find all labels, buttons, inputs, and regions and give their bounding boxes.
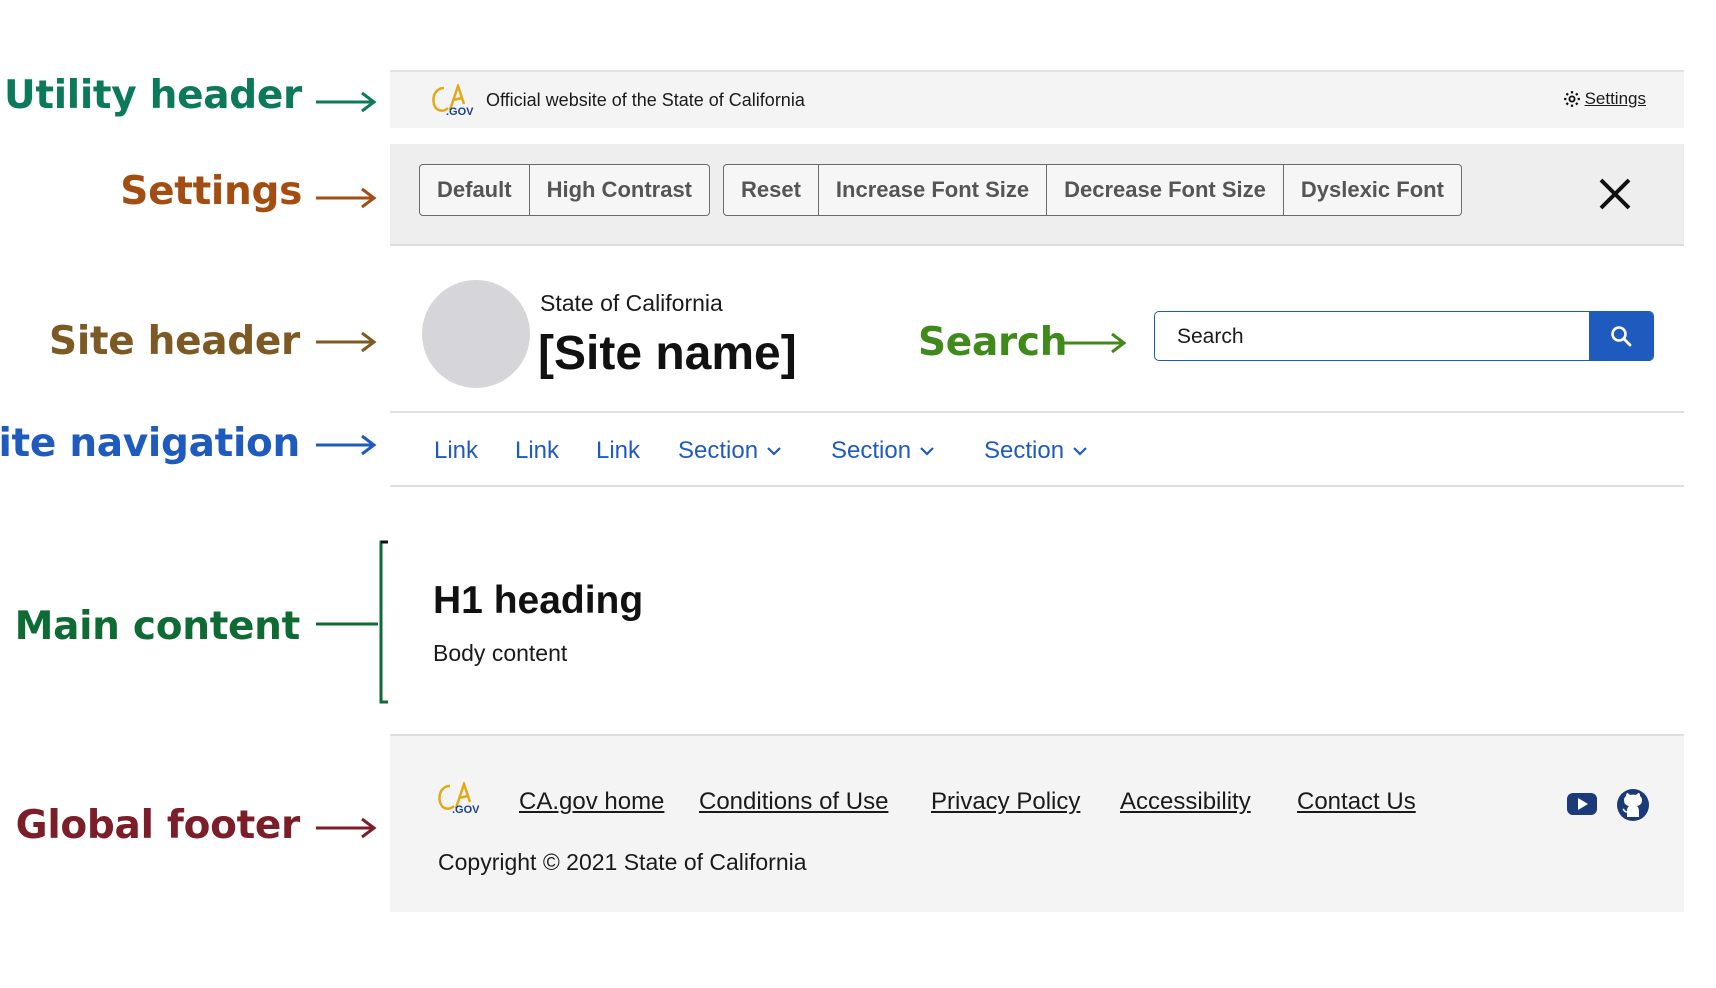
footer-link-ca-gov-home[interactable]: CA.gov home — [519, 788, 664, 816]
nav-link[interactable]: Link — [515, 437, 559, 465]
nav-section-dropdown[interactable]: Section — [831, 437, 935, 465]
nav-section-label: Section — [678, 437, 759, 464]
page-heading: H1 heading — [433, 579, 644, 622]
close-icon[interactable] — [1598, 177, 1632, 211]
github-icon[interactable] — [1616, 788, 1650, 822]
arrow-icon — [1064, 332, 1127, 354]
nav-link[interactable]: Link — [434, 437, 478, 465]
nav-link-label: Link — [596, 437, 641, 464]
display-mode-group: Default High Contrast — [419, 164, 711, 216]
chevron-down-icon — [1073, 447, 1087, 456]
site-navigation: Link Link Link Section Section Section — [390, 415, 1684, 487]
arrow-icon — [316, 331, 377, 353]
footer-link-privacy-policy[interactable]: Privacy Policy — [931, 788, 1080, 816]
search-input[interactable]: Search — [1177, 325, 1244, 349]
annotation-search: Search — [918, 320, 1068, 365]
footer-link-contact-us[interactable]: Contact Us — [1297, 788, 1416, 816]
ca-gov-logo[interactable]: .GOV — [436, 782, 484, 814]
arrow-icon — [316, 817, 377, 839]
svg-text:.GOV: .GOV — [452, 804, 480, 814]
copyright-text: Copyright © 2021 State of California — [438, 849, 807, 875]
arrow-icon — [316, 91, 377, 113]
search-icon — [1611, 326, 1632, 347]
nav-section-label: Section — [984, 437, 1065, 464]
settings-link[interactable]: Settings — [1563, 89, 1646, 109]
arrow-icon — [316, 434, 377, 456]
high-contrast-button[interactable]: High Contrast — [528, 165, 709, 215]
footer-link-accessibility[interactable]: Accessibility — [1120, 788, 1251, 816]
reset-button[interactable]: Reset — [724, 165, 818, 215]
search-button[interactable] — [1589, 312, 1653, 360]
decrease-font-size-button[interactable]: Decrease Font Size — [1046, 165, 1283, 215]
settings-label: Settings — [1584, 89, 1646, 108]
increase-font-size-button[interactable]: Increase Font Size — [817, 165, 1046, 215]
site-name[interactable]: [Site name] — [538, 326, 797, 381]
site-logo-placeholder[interactable] — [422, 280, 530, 388]
nav-link[interactable]: Link — [596, 437, 640, 465]
nav-section-dropdown[interactable]: Section — [984, 437, 1088, 465]
bracket-icon — [316, 540, 388, 704]
utility-header: .GOV Official website of the State of Ca… — [390, 70, 1684, 128]
chevron-down-icon — [767, 447, 781, 456]
nav-section-label: Section — [831, 437, 912, 464]
nav-link-label: Link — [515, 437, 560, 464]
nav-section-dropdown[interactable]: Section — [678, 437, 782, 465]
chevron-down-icon — [920, 447, 934, 456]
arrow-icon — [316, 187, 377, 209]
font-options-group: Reset Increase Font Size Decrease Font S… — [723, 164, 1462, 216]
settings-bar: Default High Contrast Reset Increase Fon… — [390, 144, 1684, 246]
youtube-icon[interactable] — [1566, 792, 1598, 816]
body-content: Body content — [433, 640, 568, 666]
dyslexic-font-button[interactable]: Dyslexic Font — [1282, 165, 1461, 215]
ca-gov-logo: .GOV — [432, 84, 474, 116]
default-button[interactable]: Default — [420, 165, 529, 215]
nav-link-label: Link — [434, 437, 479, 464]
footer-link-conditions-of-use[interactable]: Conditions of Use — [699, 788, 888, 816]
svg-text:.GOV: .GOV — [446, 106, 474, 116]
gear-icon — [1563, 91, 1580, 107]
global-footer: .GOV CA.gov home Conditions of Use Priva… — [390, 734, 1684, 912]
search-form: Search — [1154, 311, 1654, 361]
official-website-text: Official website of the State of Califor… — [486, 90, 805, 110]
state-name: State of California — [540, 290, 723, 316]
